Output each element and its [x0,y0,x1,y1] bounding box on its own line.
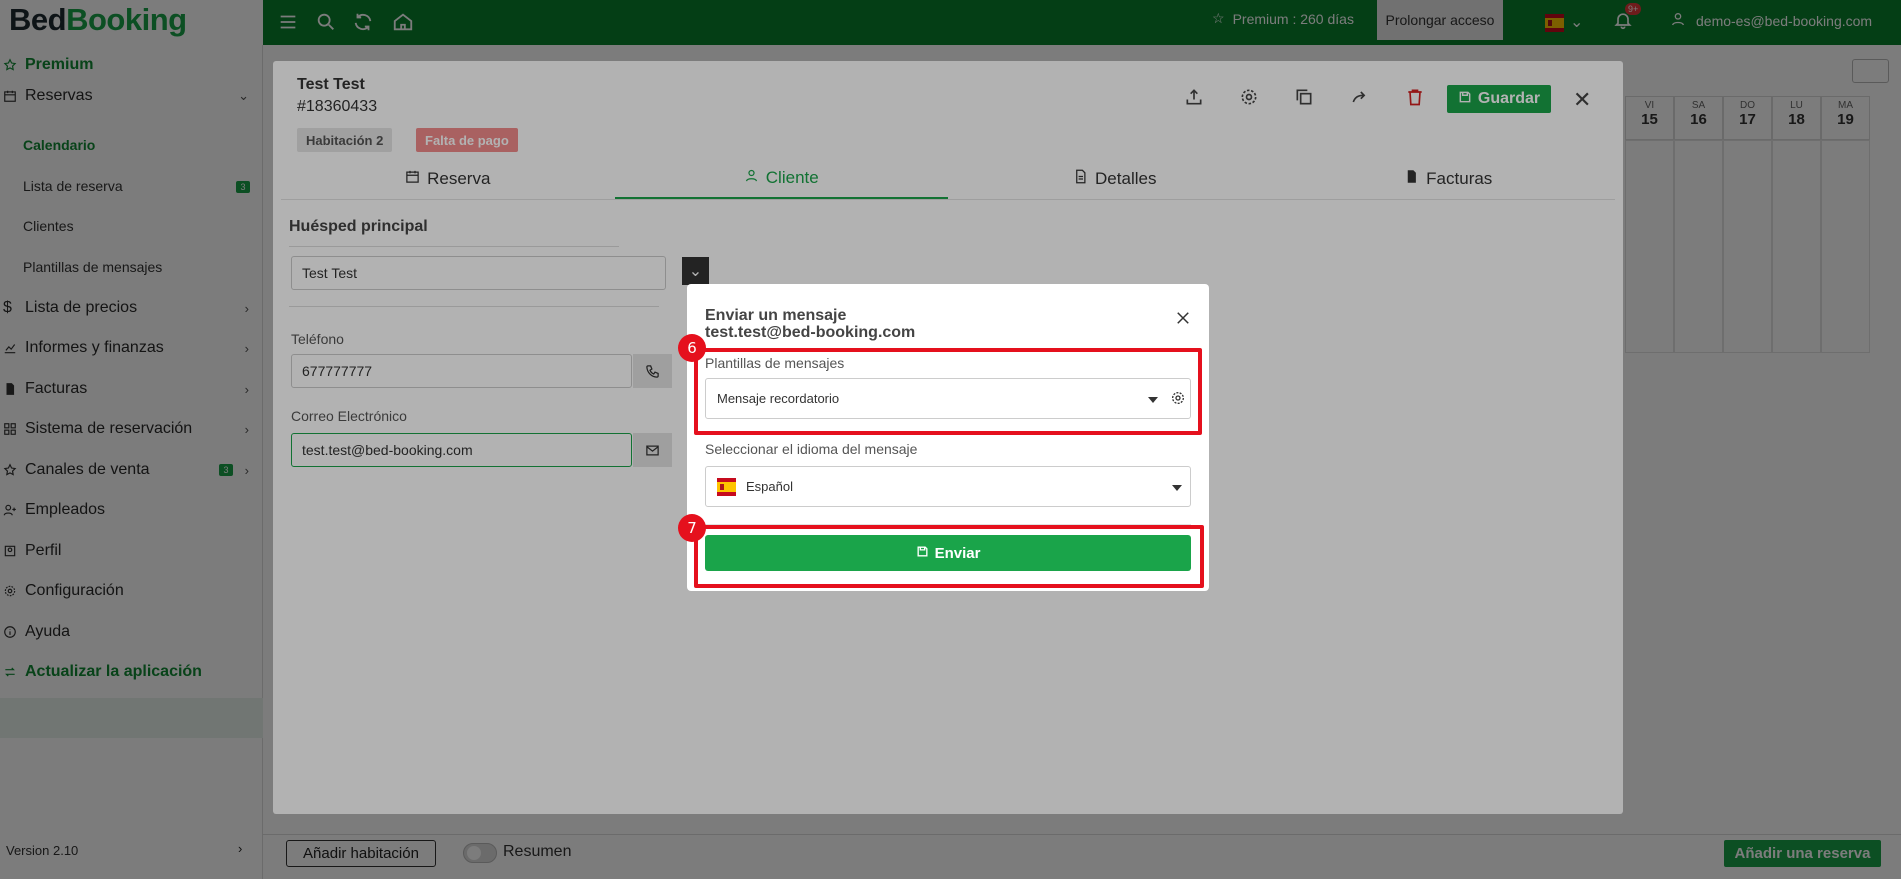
close-icon[interactable] [1174,309,1194,329]
dialog-recipient-email: test.test@bed-booking.com [705,324,916,341]
step-6-badge: 6 [678,334,706,362]
dialog-title: Enviar un mensaje [705,307,847,324]
caret-down-icon [1172,485,1182,491]
spain-flag-icon [717,477,736,496]
highlight-box-step-6 [694,348,1202,435]
language-select[interactable]: Español [705,466,1191,507]
highlight-box-step-7 [694,525,1204,588]
step-7-badge: 7 [678,514,706,542]
language-label: Seleccionar el idioma del mensaje [705,441,918,457]
